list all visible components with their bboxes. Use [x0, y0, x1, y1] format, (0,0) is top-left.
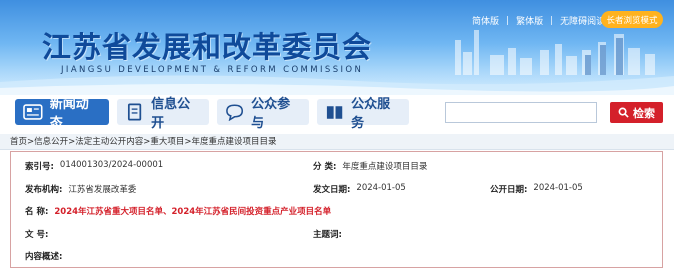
nav-service-label: 公众服务 — [351, 97, 391, 131]
nav-info-label: 信息公开 — [151, 97, 191, 131]
document-icon — [127, 103, 142, 121]
docno-label: 文 号: — [25, 230, 49, 240]
category-value: 年度重点建设项目目录 — [342, 162, 428, 172]
divider: | — [550, 15, 554, 26]
name-label: 名 称: — [25, 207, 49, 217]
link-accessibility[interactable]: 无障碍阅读 — [560, 14, 605, 27]
category-row: 分 类: 年度重点建设项目目录 — [313, 160, 427, 172]
search-input[interactable] — [445, 102, 597, 123]
summary-row: 内容概述: — [25, 250, 62, 262]
docno-row: 文 号: — [25, 228, 48, 240]
publisher-value: 江苏省发展改革委 — [68, 185, 137, 195]
service-icon — [326, 106, 343, 119]
site-title: 江苏省发展和改革委员会 — [42, 30, 373, 64]
divider: | — [506, 15, 510, 26]
top-links: 简体版 | 繁体版 | 无障碍阅读 — [472, 14, 605, 28]
keywords-row: 主题词: — [313, 228, 342, 240]
chat-icon — [226, 104, 244, 121]
keywords-label: 主题词: — [313, 230, 342, 240]
document-info-panel: 索引号: 014001303/2024-00001 分 类: 年度重点建设项目目… — [10, 151, 663, 268]
breadcrumb[interactable]: 首页>信息公开>法定主动公开内容>重大项目>年度重点建设项目目录 — [0, 134, 674, 150]
index-value: 014001303/2024-00001 — [59, 160, 164, 170]
issue-date-label: 发文日期: — [313, 185, 351, 195]
publisher-label: 发布机构: — [25, 185, 63, 195]
nav-info[interactable]: 信息公开 — [117, 97, 209, 131]
index-row: 索引号: 014001303/2024-00001 — [25, 160, 163, 172]
site-subtitle: JIANGSU DEVELOPMENT & REFORM COMMISSION — [61, 65, 364, 75]
search-icon — [618, 107, 629, 118]
nav-service[interactable]: 公众服务 — [317, 97, 409, 131]
public-date-value: 2024-01-05 — [533, 183, 583, 193]
document-title[interactable]: 2024年江苏省重大项目名单、2024年江苏省民间投资重点产业项目名单 — [54, 205, 331, 217]
name-row: 名 称: 2024年江苏省重大项目名单、2024年江苏省民间投资重点产业项目名单 — [25, 205, 331, 217]
search-button[interactable]: 检索 — [610, 102, 663, 123]
issue-date-value: 2024-01-05 — [356, 183, 406, 193]
summary-label: 内容概述: — [25, 252, 63, 262]
publisher-row: 发布机构: 江苏省发展改革委 — [25, 183, 136, 195]
care-mode-button[interactable]: 长者浏览模式 — [601, 11, 663, 28]
page: 江苏省发展和改革委员会 JIANGSU DEVELOPMENT & REFORM… — [0, 0, 674, 268]
news-icon — [23, 104, 43, 120]
site-banner: 江苏省发展和改革委员会 JIANGSU DEVELOPMENT & REFORM… — [0, 0, 674, 95]
link-simplified[interactable]: 简体版 — [472, 14, 499, 27]
nav-news[interactable]: 新闻动态 — [15, 97, 109, 131]
nav-participation[interactable]: 公众参与 — [217, 97, 309, 131]
search-button-label: 检索 — [633, 106, 655, 120]
nav-news-label: 新闻动态 — [49, 97, 89, 131]
link-traditional[interactable]: 繁体版 — [516, 14, 543, 27]
nav-participation-label: 公众参与 — [251, 97, 291, 131]
category-label: 分 类: — [313, 162, 337, 172]
public-date-row: 公开日期: 2024-01-05 — [490, 183, 583, 195]
issue-date-row: 发文日期: 2024-01-05 — [313, 183, 406, 195]
public-date-label: 公开日期: — [490, 185, 528, 195]
index-label: 索引号: — [25, 162, 54, 172]
